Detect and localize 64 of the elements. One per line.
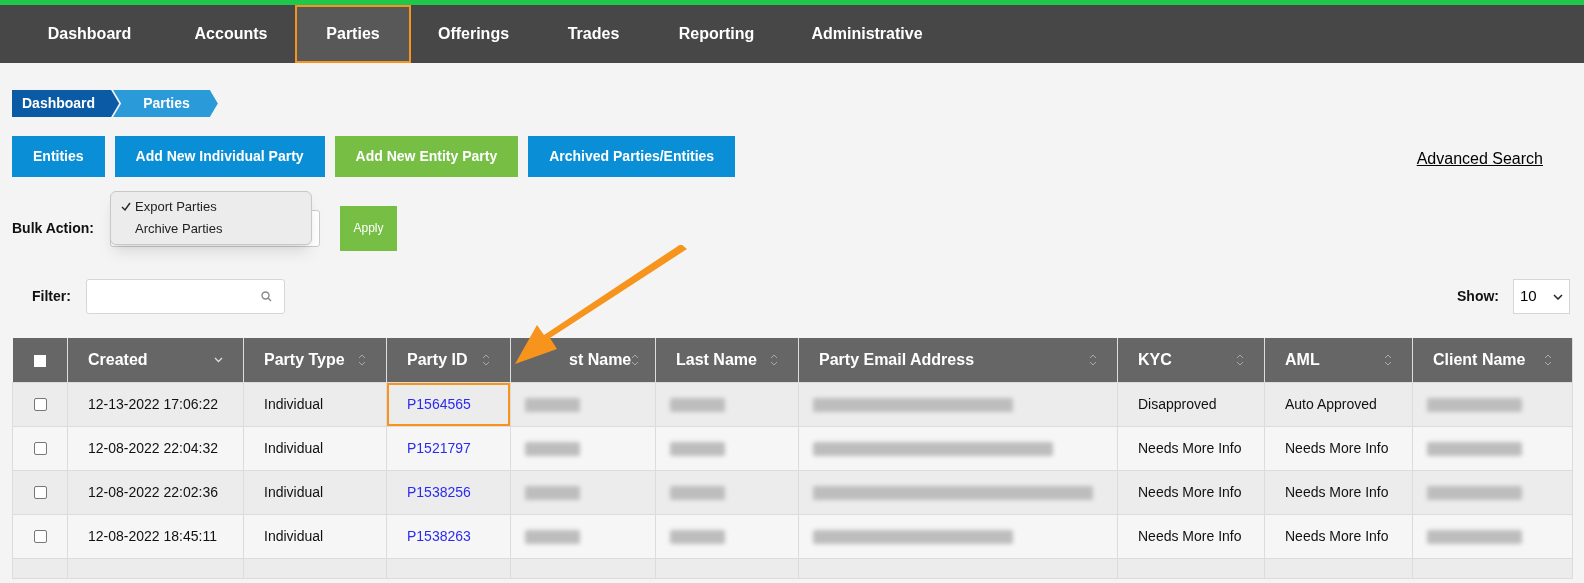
select-all-checkbox[interactable]	[33, 354, 46, 367]
nav-tab[interactable]: Trades	[536, 5, 651, 63]
column-header[interactable]: Party ID	[386, 338, 511, 382]
row-checkbox[interactable]	[33, 442, 47, 456]
table-cell: Needs More Info	[1138, 527, 1242, 544]
nav-tab[interactable]: Reporting	[651, 5, 782, 63]
table-cell: 12-08-2022 22:04:32	[88, 439, 218, 456]
blurred-text	[670, 529, 725, 544]
table-cell: 12-13-2022 17:06:22	[88, 395, 218, 412]
party-id-link[interactable]: P1538256	[407, 483, 471, 500]
page-size-select[interactable]: 10	[1513, 279, 1570, 314]
table-cell: Individual	[264, 527, 324, 544]
column-header[interactable]: AML	[1264, 338, 1413, 382]
bulk-action-label: Bulk Action:	[12, 218, 95, 238]
nav-tab[interactable]: Administrative	[782, 5, 952, 63]
table-cell: Needs More Info	[1285, 483, 1389, 500]
column-header[interactable]: Last Name	[655, 338, 799, 382]
column-header[interactable]: Created	[67, 338, 244, 382]
blurred-text	[525, 529, 580, 544]
filter-field[interactable]	[86, 279, 285, 314]
table-cell: Needs More Info	[1138, 483, 1242, 500]
blurred-text	[670, 397, 725, 412]
table-cell: Individual	[264, 439, 324, 456]
party-id-link[interactable]: P1538263	[407, 527, 471, 544]
party-id-link[interactable]: P1564565	[407, 395, 471, 412]
nav-tab[interactable]: Offerings	[411, 5, 536, 63]
table-cell: Disapproved	[1138, 395, 1217, 412]
table-cell: 12-08-2022 18:45:11	[88, 527, 217, 544]
show-label: Show:	[1457, 287, 1499, 306]
column-header[interactable]: Client Name	[1412, 338, 1573, 382]
blurred-text	[525, 485, 580, 500]
row-checkbox[interactable]	[33, 398, 47, 412]
action-button[interactable]: Add New Individual Party	[114, 136, 325, 177]
table-cell: Needs More Info	[1285, 527, 1389, 544]
blurred-text	[670, 485, 725, 500]
menu-option[interactable]: Export Parties	[111, 196, 311, 218]
breadcrumb-item[interactable]: Dashboard	[12, 90, 120, 117]
row-checkbox[interactable]	[33, 530, 47, 544]
nav-tab[interactable]: Accounts	[167, 5, 295, 63]
table-cell: Individual	[264, 395, 324, 412]
search-icon	[261, 291, 272, 302]
column-header[interactable]: Party Email Address	[798, 338, 1118, 382]
blurred-text	[525, 397, 580, 412]
action-button[interactable]: Entities	[12, 136, 105, 177]
table-cell: Auto Approved	[1285, 395, 1377, 412]
checkmark-icon	[121, 202, 131, 212]
advanced-search-link[interactable]: Advanced Search	[1416, 146, 1543, 171]
nav-tab[interactable]: Dashboard	[12, 5, 167, 63]
column-header[interactable]: KYC	[1117, 338, 1265, 382]
party-id-link[interactable]: P1521797	[407, 439, 471, 456]
blurred-text	[670, 441, 725, 456]
column-header[interactable]: st Name	[510, 338, 656, 382]
row-checkbox[interactable]	[33, 486, 47, 500]
column-header[interactable]: Party Type	[243, 338, 387, 382]
action-button[interactable]: Archived Parties/Entities	[528, 136, 736, 177]
table-cell: Individual	[264, 483, 324, 500]
nav-tab[interactable]: Parties	[295, 5, 411, 63]
menu-option[interactable]: Archive Parties	[111, 218, 311, 240]
blurred-text	[525, 441, 580, 456]
filter-label: Filter:	[31, 287, 72, 306]
table-cell: Needs More Info	[1285, 439, 1389, 456]
table-cell: Needs More Info	[1138, 439, 1242, 456]
chevron-down-icon	[1553, 293, 1563, 300]
table-cell: 12-08-2022 22:02:36	[88, 483, 218, 500]
